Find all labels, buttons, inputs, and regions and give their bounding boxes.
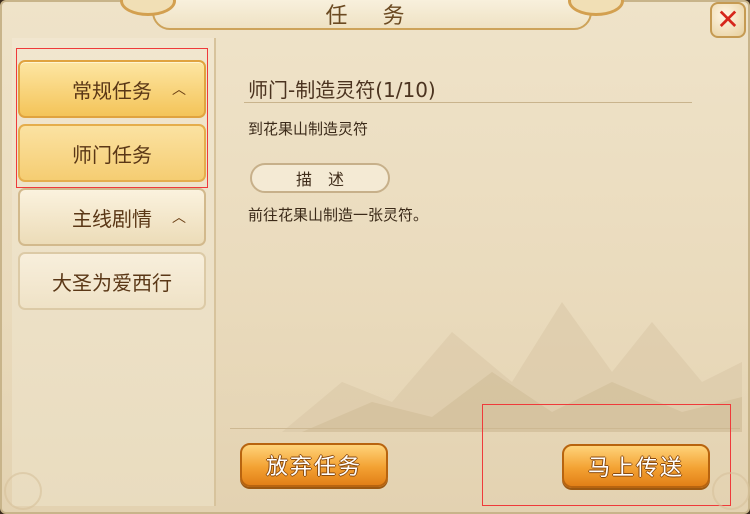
footer-divider [230,428,740,429]
cloud-ornament [4,472,42,510]
quest-window: 任 务 ✕ 常规任务 ︿ 师门任务 主线剧情 ︿ 大圣为爱西行 师门-制造灵符(… [0,0,750,514]
title-divider [244,102,692,103]
abandon-task-button[interactable]: 放弃任务 [240,443,388,487]
task-title: 师门-制造灵符(1/10) [248,78,436,102]
task-item-dasheng[interactable]: 大圣为爱西行 [18,252,206,310]
task-item-label: 师门任务 [72,142,152,167]
mountain-decoration [282,302,742,432]
teleport-now-button[interactable]: 马上传送 [562,444,710,488]
task-sidebar: 常规任务 ︿ 师门任务 主线剧情 ︿ 大圣为爱西行 [12,38,216,506]
category-label: 常规任务 [72,78,152,103]
window-title: 任 务 [325,4,419,29]
cloud-ornament [712,472,750,510]
close-button[interactable]: ✕ [710,2,746,38]
task-description: 前往花果山制造一张灵符。 [248,206,429,224]
title-scroll-ornament-right [568,0,624,16]
task-item-label: 大圣为爱西行 [52,270,172,295]
category-label: 主线剧情 [72,206,152,231]
task-item-shimen[interactable]: 师门任务 [18,124,206,182]
title-scroll-ornament-left [120,0,176,16]
task-target: 到花果山制造灵符 [248,120,369,138]
category-main-story[interactable]: 主线剧情 ︿ [18,188,206,246]
title-banner: 任 务 [120,0,624,30]
close-icon: ✕ [716,3,740,36]
description-header: 描述 [250,163,390,193]
chevron-up-icon: ︿ [172,82,186,98]
category-regular-tasks[interactable]: 常规任务 ︿ [18,60,206,118]
chevron-up-icon: ︿ [172,210,186,226]
